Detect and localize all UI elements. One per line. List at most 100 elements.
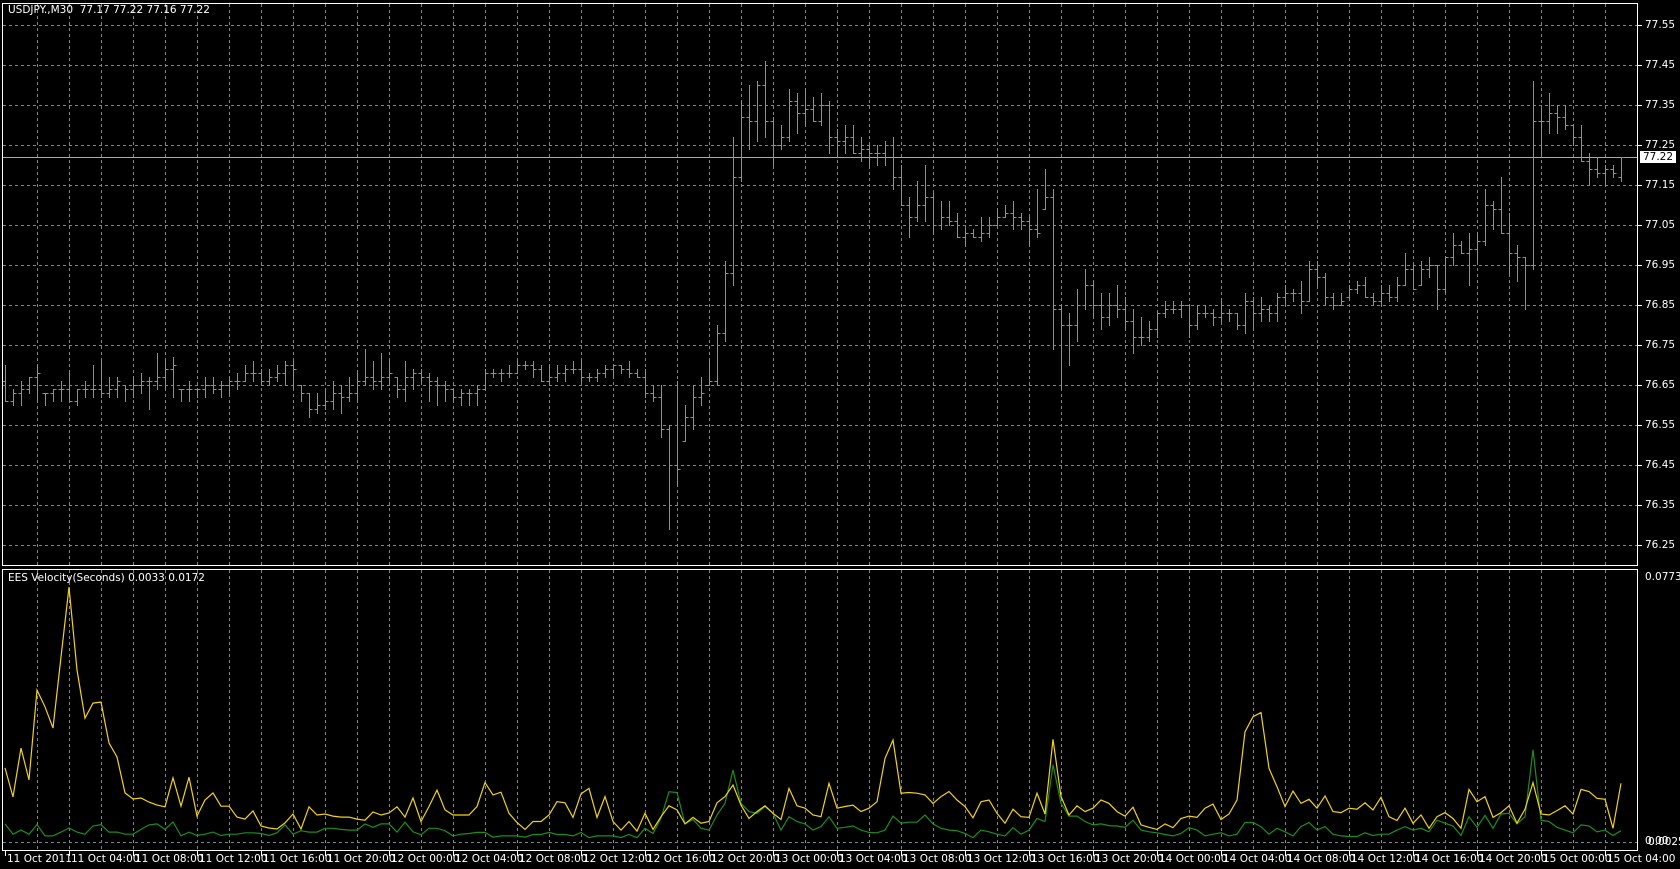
- time-axis-label: 14 Oct 12:00: [1351, 853, 1420, 865]
- main-chart-pane[interactable]: [2, 3, 1638, 566]
- price-bar: [490, 369, 497, 378]
- price-bar: [170, 357, 177, 398]
- price-bar: [1186, 305, 1193, 338]
- price-bar: [1522, 257, 1529, 310]
- price-bar: [850, 125, 857, 154]
- price-bar: [122, 385, 129, 402]
- price-bar: [1242, 293, 1249, 334]
- price-bar: [1266, 305, 1273, 322]
- price-bar: [1122, 297, 1129, 330]
- time-axis-label: 11 Oct 20:00: [327, 853, 396, 865]
- price-bar: [1378, 285, 1385, 306]
- price-bar: [1018, 213, 1025, 230]
- price-bar: [266, 369, 273, 386]
- price-bar: [834, 129, 841, 158]
- price-bar: [826, 101, 833, 154]
- price-bar: [1610, 165, 1617, 178]
- price-bar: [810, 97, 817, 122]
- price-bar: [1474, 233, 1481, 262]
- price-bar: [386, 361, 393, 386]
- price-bar: [666, 425, 673, 530]
- time-axis-label: 15 Oct 04:00: [1607, 853, 1676, 865]
- price-bar: [842, 125, 849, 154]
- price-bar: [1394, 277, 1401, 302]
- price-bar: [770, 117, 777, 166]
- price-bar: [1410, 265, 1417, 290]
- open-value: 77.17: [79, 4, 110, 16]
- price-bar: [802, 89, 809, 126]
- price-bar: [890, 137, 897, 190]
- price-bar: [922, 165, 929, 222]
- price-bar: [154, 353, 161, 390]
- price-bar: [410, 369, 417, 390]
- price-bar: [146, 377, 153, 410]
- price-bar: [1386, 285, 1393, 302]
- time-axis-label: 13 Oct 16:00: [1031, 853, 1100, 865]
- price-bar: [1106, 293, 1113, 326]
- chart-canvas[interactable]: [0, 0, 1680, 869]
- price-bar: [1554, 105, 1561, 134]
- price-bar: [1138, 317, 1145, 346]
- price-bar: [66, 373, 73, 402]
- price-bar: [1066, 313, 1073, 366]
- price-bar: [730, 137, 737, 286]
- price-bar: [778, 125, 785, 150]
- price-bar: [298, 385, 305, 402]
- price-bar: [1314, 261, 1321, 286]
- price-bar: [1482, 189, 1489, 246]
- price-bar: [98, 361, 105, 398]
- price-bar: [906, 197, 913, 238]
- price-bar: [1162, 301, 1169, 318]
- price-bar: [1090, 281, 1097, 318]
- price-bar: [1258, 297, 1265, 322]
- price-bar: [658, 385, 665, 438]
- price-axis-label: 76.25: [1645, 539, 1676, 551]
- price-bar: [786, 89, 793, 142]
- time-axis-label: 11 Oct 2011: [7, 853, 72, 865]
- price-axis-label: 76.65: [1645, 379, 1676, 391]
- price-bar: [1042, 169, 1049, 210]
- price-bar: [530, 361, 537, 378]
- price-bar: [322, 389, 329, 410]
- price-bar: [1506, 213, 1513, 274]
- time-axis-label: 14 Oct 16:00: [1415, 853, 1484, 865]
- price-bar: [986, 217, 993, 238]
- price-bar: [930, 193, 937, 234]
- price-bar: [1210, 309, 1217, 326]
- price-bar: [258, 369, 265, 386]
- price-bar: [994, 209, 1001, 226]
- price-axis-label: 76.85: [1645, 299, 1676, 311]
- indicator-axis-top: 0.0773: [1645, 571, 1680, 583]
- price-bar: [514, 361, 521, 374]
- price-bar: [394, 377, 401, 398]
- price-bar: [554, 365, 561, 382]
- price-bar: [1354, 281, 1361, 294]
- price-bar: [34, 365, 41, 402]
- chart-grid: [3, 4, 1638, 851]
- axis-ticks: [5, 25, 1642, 856]
- price-bar: [50, 389, 57, 402]
- price-bar: [858, 137, 865, 162]
- time-axis-label: 11 Oct 16:00: [263, 853, 332, 865]
- price-bar: [1402, 253, 1409, 286]
- price-bar: [1130, 309, 1137, 354]
- price-bar: [650, 385, 657, 402]
- price-bar: [450, 389, 457, 402]
- price-bar: [618, 365, 625, 374]
- price-bar: [882, 141, 889, 166]
- time-axis-label: 14 Oct 00:00: [1159, 853, 1228, 865]
- symbol-label: USDJPY.,M30: [8, 4, 74, 16]
- price-bar: [10, 389, 17, 406]
- price-bar: [946, 201, 953, 226]
- price-bar: [186, 381, 193, 402]
- price-bar: [42, 393, 49, 406]
- price-bar: [914, 181, 921, 222]
- close-value: 77.22: [179, 4, 210, 16]
- price-bar: [482, 369, 489, 390]
- price-bar: [466, 389, 473, 406]
- price-bar: [250, 361, 257, 382]
- indicator-axis-zero: 0.00: [1645, 835, 1669, 847]
- indicator-pane[interactable]: [2, 569, 1638, 851]
- price-bar: [218, 381, 225, 398]
- price-bar: [1298, 281, 1305, 314]
